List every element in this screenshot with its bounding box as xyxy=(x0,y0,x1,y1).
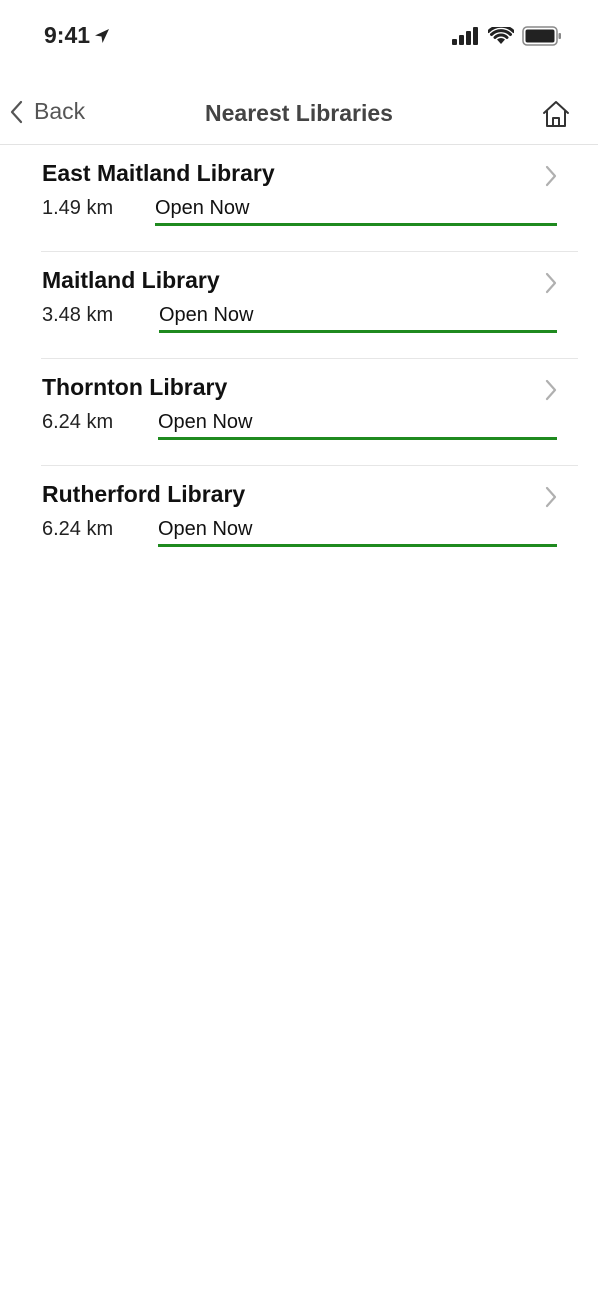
chevron-right-icon xyxy=(545,165,557,187)
home-icon xyxy=(543,101,569,127)
chevron-right-icon xyxy=(545,272,557,294)
status-badge: Open Now xyxy=(158,411,557,440)
cellular-signal-icon xyxy=(452,27,478,45)
location-arrow-icon xyxy=(95,28,110,43)
library-distance: 3.48 km xyxy=(42,304,114,326)
status-bar: 9:41 xyxy=(0,0,598,72)
chevron-left-icon xyxy=(10,100,23,123)
status-badge: Open Now xyxy=(159,304,557,333)
library-name: Rutherford Library xyxy=(42,481,246,507)
list-item[interactable]: Maitland Library 3.48 km Open Now xyxy=(41,252,578,359)
status-badge: Open Now xyxy=(158,518,557,547)
status-icons xyxy=(452,26,562,46)
home-button[interactable] xyxy=(540,98,572,135)
page-title: Nearest Libraries xyxy=(205,100,393,126)
library-distance: 1.49 km xyxy=(42,197,114,219)
status-badge: Open Now xyxy=(155,197,557,226)
library-name: Thornton Library xyxy=(42,374,228,400)
wifi-icon xyxy=(488,27,514,44)
library-list: East Maitland Library 1.49 km Open Now M… xyxy=(0,145,598,572)
library-distance: 6.24 km xyxy=(42,518,114,540)
library-name: Maitland Library xyxy=(42,267,220,293)
status-time-text: 9:41 xyxy=(44,22,91,48)
library-name: East Maitland Library xyxy=(42,160,275,186)
status-time: 9:41 xyxy=(44,22,110,49)
list-item[interactable]: Rutherford Library 6.24 km Open Now xyxy=(41,466,578,572)
battery-icon xyxy=(522,26,561,46)
library-distance: 6.24 km xyxy=(42,411,114,433)
back-label: Back xyxy=(34,98,86,124)
chevron-right-icon xyxy=(545,486,557,508)
list-item[interactable]: East Maitland Library 1.49 km Open Now xyxy=(41,145,578,252)
navigation-bar: Back Nearest Libraries xyxy=(0,84,598,145)
list-item[interactable]: Thornton Library 6.24 km Open Now xyxy=(41,359,578,466)
chevron-right-icon xyxy=(545,379,557,401)
back-button[interactable]: Back xyxy=(8,98,85,125)
